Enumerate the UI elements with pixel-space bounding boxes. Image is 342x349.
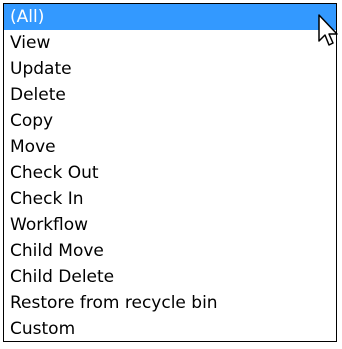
operation-dropdown-list[interactable]: (All) View Update Delete Copy Move Check… [3, 3, 337, 342]
option-custom[interactable]: Custom [4, 316, 336, 341]
option-all[interactable]: (All) [4, 4, 336, 30]
option-delete[interactable]: Delete [4, 82, 336, 108]
option-restore-from-recycle-bin[interactable]: Restore from recycle bin [4, 290, 336, 316]
option-child-delete[interactable]: Child Delete [4, 264, 336, 290]
option-copy[interactable]: Copy [4, 108, 336, 134]
option-check-in[interactable]: Check In [4, 186, 336, 212]
option-workflow[interactable]: Workflow [4, 212, 336, 238]
option-move[interactable]: Move [4, 134, 336, 160]
option-check-out[interactable]: Check Out [4, 160, 336, 186]
option-child-move[interactable]: Child Move [4, 238, 336, 264]
option-view[interactable]: View [4, 30, 336, 56]
option-update[interactable]: Update [4, 56, 336, 82]
